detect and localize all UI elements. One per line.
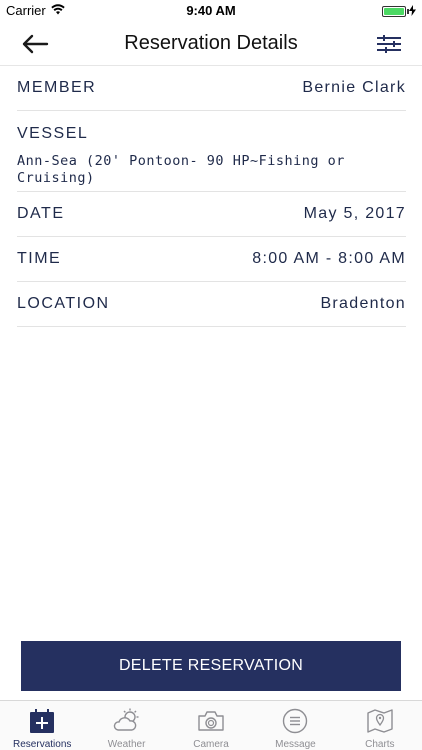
page-title: Reservation Details <box>124 32 298 54</box>
vessel-value: Ann-Sea (20' Pontoon- 90 HP~Fishing or C… <box>17 153 345 186</box>
camera-icon <box>197 707 225 735</box>
message-icon <box>281 707 309 735</box>
date-value: May 5, 2017 <box>303 205 406 222</box>
location-label: LOCATION <box>17 295 110 312</box>
date-row: DATE May 5, 2017 <box>17 192 406 237</box>
tab-label-charts: Charts <box>365 739 395 750</box>
member-row: MEMBER Bernie Clark <box>17 66 406 111</box>
calendar-plus-icon <box>28 707 56 735</box>
time-row: TIME 8:00 AM - 8:00 AM <box>17 237 406 282</box>
time-label: TIME <box>17 250 62 267</box>
date-label: DATE <box>17 205 65 222</box>
tab-bar: Reservations Weather Camera Message Char… <box>0 700 422 750</box>
location-value: Bradenton <box>320 295 406 312</box>
tab-reservations[interactable]: Reservations <box>0 701 84 750</box>
tab-label-message: Message <box>275 739 316 750</box>
member-value: Bernie Clark <box>302 79 406 96</box>
charging-icon <box>409 4 416 19</box>
status-time: 9:40 AM <box>186 3 236 18</box>
nav-bar: Reservation Details <box>0 22 422 66</box>
delete-reservation-button[interactable]: DELETE RESERVATION <box>21 641 401 691</box>
status-bar: Carrier 9:40 AM <box>0 0 422 22</box>
tab-weather[interactable]: Weather <box>84 701 168 750</box>
vessel-row: VESSEL Ann-Sea (20' Pontoon- 90 HP~Fishi… <box>17 111 406 192</box>
time-value: 8:00 AM - 8:00 AM <box>252 250 406 267</box>
sliders-icon <box>377 35 401 53</box>
location-row: LOCATION Bradenton <box>17 282 406 327</box>
battery-icon <box>382 6 409 17</box>
member-label: MEMBER <box>17 79 97 96</box>
tab-label-camera: Camera <box>193 739 229 750</box>
weather-icon <box>113 707 141 735</box>
tab-label-reservations: Reservations <box>13 739 72 750</box>
tab-message[interactable]: Message <box>253 701 337 750</box>
vessel-label: VESSEL <box>17 125 89 142</box>
tab-charts[interactable]: Charts <box>338 701 422 750</box>
reservation-details: MEMBER Bernie Clark VESSEL Ann-Sea (20' … <box>17 66 406 327</box>
map-icon <box>366 707 394 735</box>
tab-camera[interactable]: Camera <box>169 701 253 750</box>
filter-button[interactable] <box>374 30 404 58</box>
status-right <box>382 4 416 19</box>
tab-label-weather: Weather <box>107 739 146 750</box>
